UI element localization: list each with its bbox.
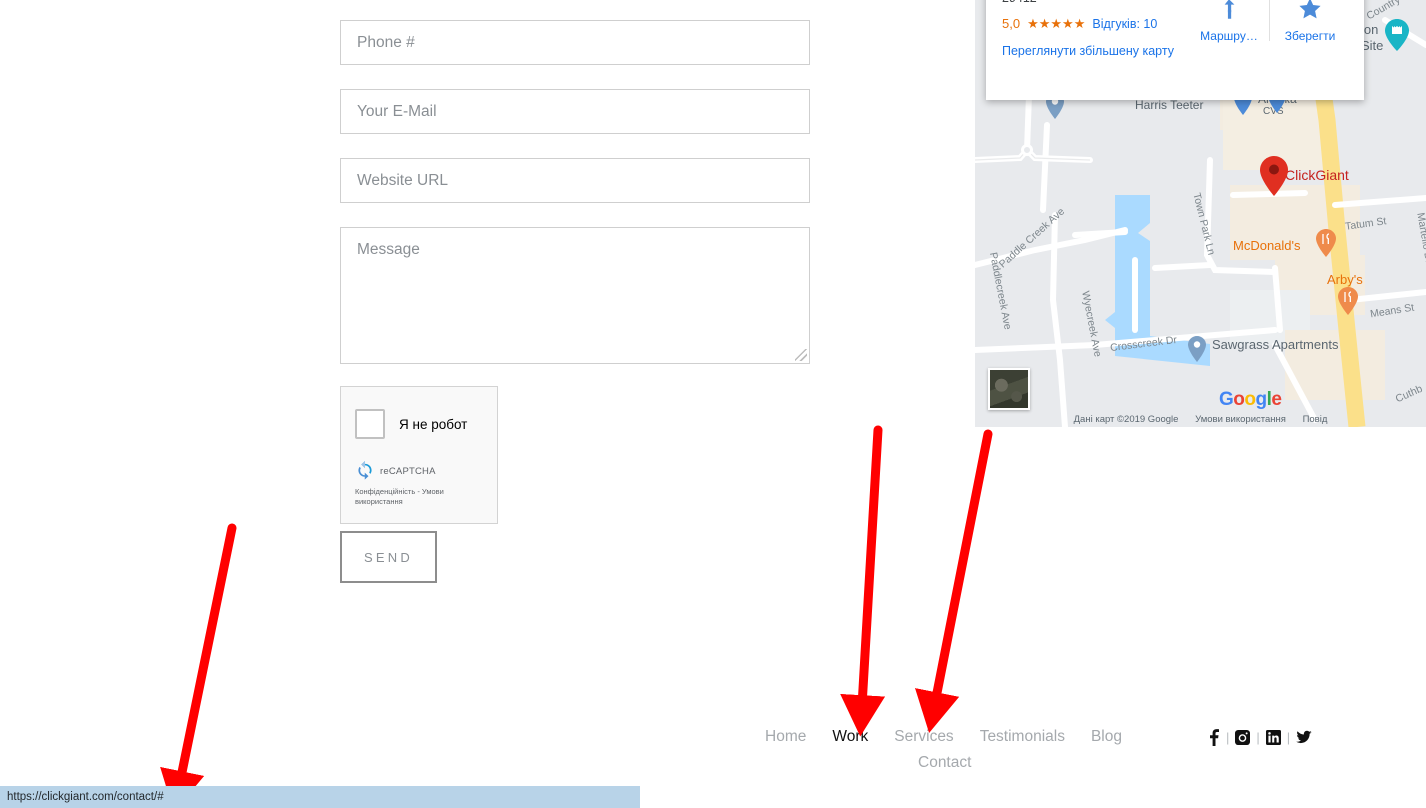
email-input[interactable]: Your E-Mail [340, 89, 810, 134]
directions-label: Маршру… [1200, 29, 1258, 43]
social-separator-3: | [1287, 730, 1290, 745]
arrow-to-status-bar [180, 528, 232, 782]
website-input[interactable]: Website URL [340, 158, 810, 203]
google-map[interactable]: Harris Teeter Аптека CVS ClickGiant McDo… [975, 0, 1426, 427]
map-label-harris-teeter: Harris Teeter [1135, 98, 1203, 112]
google-logo-e: e [1271, 389, 1281, 410]
recaptcha-check-row: Я не робот [341, 387, 497, 439]
phone-input[interactable]: Phone # [340, 20, 810, 65]
save-place-label: Зберегти [1285, 29, 1336, 43]
nav-item-work[interactable]: Work [832, 728, 868, 746]
map-attribution: Дані карт ©2019 Google Умови використанн… [975, 414, 1426, 425]
footer-navigation: Home Work Services Testimonials Blog | |… [765, 728, 1265, 772]
browser-status-bar: https://clickgiant.com/contact/# [0, 786, 640, 808]
facebook-icon[interactable] [1208, 729, 1220, 746]
status-bar-url: https://clickgiant.com/contact/# [7, 791, 164, 803]
info-card-reviews-count[interactable]: Відгуків: 10 [1092, 17, 1157, 31]
website-input-placeholder: Website URL [357, 172, 448, 190]
map-info-card: ClickGiant 325 Folly Rd., 305, Charlesto… [986, 0, 1364, 100]
send-button[interactable]: SEND [340, 531, 437, 583]
recaptcha-checkbox[interactable] [355, 409, 385, 439]
recaptcha-widget[interactable]: Я не робот reCAPTCHA Конфіденційність - … [340, 386, 498, 524]
page-root: Phone # Your E-Mail Website URL Message … [0, 0, 1426, 808]
satellite-view-thumbnail[interactable] [988, 368, 1030, 410]
directions-button[interactable]: Маршру… [1189, 0, 1269, 43]
map-label-sawgrass-apartments: Sawgrass Apartments [1212, 337, 1338, 352]
arrow-to-services-nav [935, 434, 988, 703]
save-place-button[interactable]: Зберегти [1270, 0, 1350, 43]
phone-input-placeholder: Phone # [357, 34, 415, 52]
map-label-mcdonalds: McDonald's [1233, 238, 1301, 253]
nav-item-contact[interactable]: Contact [765, 754, 1265, 772]
info-card-enlarge-link[interactable]: Переглянути збільшену карту [1002, 44, 1348, 58]
footer-nav-row: Home Work Services Testimonials Blog | |… [765, 728, 1265, 746]
map-label-arbys: Arby's [1327, 272, 1363, 287]
linkedin-icon[interactable] [1266, 730, 1281, 745]
recaptcha-icon [355, 461, 375, 481]
info-card-rating-score: 5,0 [1002, 16, 1020, 31]
google-logo: Google [1219, 389, 1281, 411]
map-pin-sawgrass[interactable] [1187, 335, 1207, 368]
message-textarea[interactable]: Message [340, 227, 810, 364]
send-button-label: SEND [364, 550, 413, 565]
nav-item-testimonials[interactable]: Testimonials [980, 728, 1065, 746]
nav-item-blog[interactable]: Blog [1091, 728, 1122, 746]
star-icon [1270, 0, 1350, 25]
map-pin-arbys[interactable] [1337, 286, 1359, 321]
map-report-link[interactable]: Повід [1303, 414, 1328, 425]
contact-form: Phone # Your E-Mail Website URL Message [340, 20, 810, 384]
social-separator-1: | [1226, 730, 1229, 745]
recaptcha-brand-label: reCAPTCHA [380, 466, 436, 477]
google-logo-g2: g [1256, 389, 1267, 410]
arrow-to-work-nav [862, 430, 878, 706]
google-logo-o2: o [1244, 389, 1255, 410]
map-pin-historic-site[interactable] [1384, 18, 1410, 57]
textarea-resize-handle[interactable] [795, 349, 807, 361]
recaptcha-brand-row: reCAPTCHA [341, 439, 497, 481]
email-input-placeholder: Your E-Mail [357, 103, 437, 121]
info-card-actions: Маршру… Зберегти [1189, 0, 1350, 43]
instagram-icon[interactable] [1235, 730, 1250, 745]
map-pin-mcdonalds[interactable] [1315, 228, 1337, 263]
message-textarea-placeholder: Message [357, 241, 420, 258]
google-logo-o1: o [1233, 389, 1244, 410]
google-logo-g1: G [1219, 389, 1233, 410]
twitter-icon[interactable] [1296, 730, 1312, 744]
social-separator-2: | [1256, 730, 1259, 745]
map-label-site-line2: Site [1361, 38, 1383, 53]
map-attribution-copyright: Дані карт ©2019 Google [1074, 414, 1179, 425]
social-links: | | | [1208, 729, 1312, 746]
map-terms-link[interactable]: Умови використання [1195, 414, 1286, 425]
recaptcha-terms[interactable]: Конфіденційність - Умови використання [341, 481, 475, 507]
info-card-address: 325 Folly Rd., 305, Charleston, SC 29412 [1002, 0, 1197, 8]
map-pin-clickgiant[interactable] [1258, 155, 1290, 202]
recaptcha-label: Я не робот [399, 417, 467, 432]
directions-icon [1189, 0, 1269, 25]
nav-item-services[interactable]: Services [894, 728, 953, 746]
map-label-clickgiant: ClickGiant [1285, 167, 1349, 183]
nav-item-home[interactable]: Home [765, 728, 806, 746]
info-card-rating-stars: ★★★★★ [1027, 16, 1085, 32]
